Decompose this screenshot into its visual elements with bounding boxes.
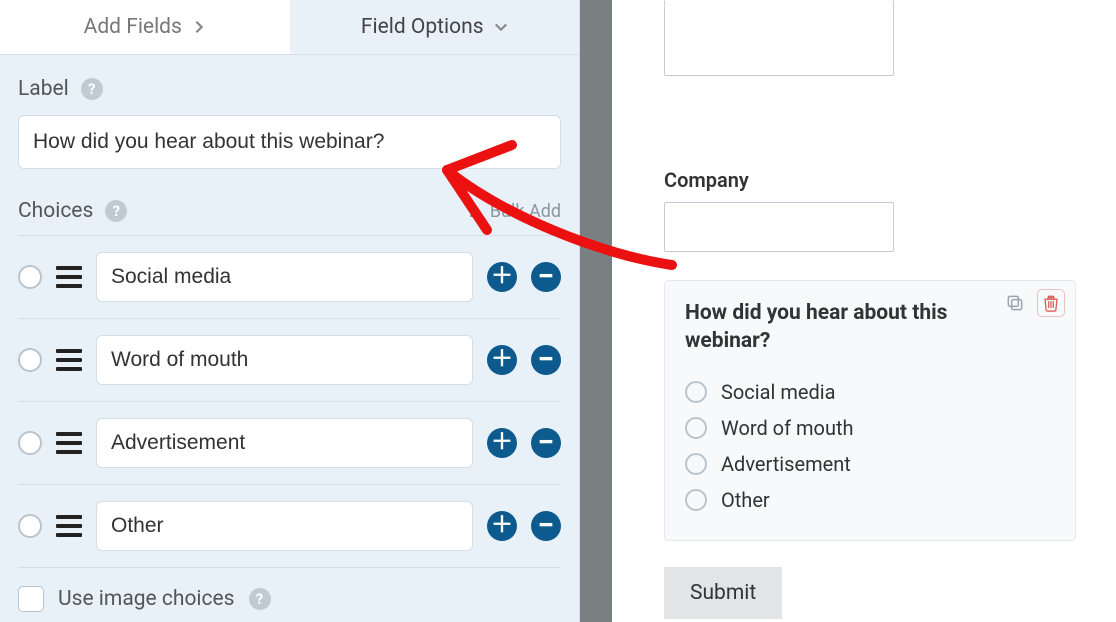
- field-options-panel: Label ? Choices ? Bulk Add: [0, 55, 579, 622]
- company-input[interactable]: [664, 202, 894, 252]
- choice-input[interactable]: [96, 418, 473, 468]
- radio-icon: [685, 417, 707, 439]
- form-preview: Company How did you hear about this webi…: [612, 0, 1116, 622]
- radio-option[interactable]: Other: [685, 482, 1055, 518]
- radio-icon: [685, 489, 707, 511]
- tab-field-options[interactable]: Field Options: [290, 0, 580, 54]
- radio-option-label: Other: [721, 488, 770, 512]
- add-choice-button[interactable]: ＋: [487, 345, 517, 375]
- choice-default-radio[interactable]: [18, 348, 42, 372]
- drag-handle-icon[interactable]: [56, 515, 82, 537]
- remove-choice-button[interactable]: −: [531, 345, 561, 375]
- sidebar: Add Fields Field Options Label ? Choices…: [0, 0, 580, 622]
- radio-field-card[interactable]: How did you hear about this webinar? Soc…: [664, 280, 1076, 541]
- choice-row: ＋ −: [18, 235, 561, 319]
- radio-option[interactable]: Social media: [685, 374, 1055, 410]
- remove-choice-button[interactable]: −: [531, 428, 561, 458]
- company-field: Company: [664, 168, 1076, 252]
- choice-list: ＋ − ＋ − ＋ −: [18, 235, 561, 568]
- tab-add-fields-label: Add Fields: [84, 15, 182, 39]
- choice-input[interactable]: [96, 252, 473, 302]
- remove-choice-button[interactable]: −: [531, 511, 561, 541]
- download-icon: [468, 203, 484, 219]
- drag-handle-icon[interactable]: [56, 349, 82, 371]
- radio-question-label: How did you hear about this webinar?: [685, 299, 975, 356]
- choice-row: ＋ −: [18, 319, 561, 402]
- add-choice-button[interactable]: ＋: [487, 428, 517, 458]
- drag-handle-icon[interactable]: [56, 266, 82, 288]
- sidebar-tabs: Add Fields Field Options: [0, 0, 579, 55]
- duplicate-icon: [1005, 293, 1025, 313]
- choice-input[interactable]: [96, 501, 473, 551]
- company-label: Company: [664, 168, 1076, 192]
- bulk-add-label: Bulk Add: [490, 201, 561, 222]
- radio-option-label: Social media: [721, 380, 835, 404]
- bulk-add-button[interactable]: Bulk Add: [468, 201, 561, 222]
- choice-default-radio[interactable]: [18, 265, 42, 289]
- label-section-header: Label ?: [18, 77, 561, 101]
- choice-default-radio[interactable]: [18, 431, 42, 455]
- use-image-choices-row: Use image choices ?: [18, 568, 561, 612]
- help-icon[interactable]: ?: [105, 200, 127, 222]
- radio-option-label: Advertisement: [721, 452, 851, 476]
- choice-row: ＋ −: [18, 402, 561, 485]
- chevron-down-icon: [494, 20, 508, 34]
- delete-button[interactable]: [1037, 289, 1065, 317]
- choice-default-radio[interactable]: [18, 514, 42, 538]
- add-choice-button[interactable]: ＋: [487, 262, 517, 292]
- field-label-input[interactable]: [18, 115, 561, 169]
- remove-choice-button[interactable]: −: [531, 262, 561, 292]
- add-choice-button[interactable]: ＋: [487, 511, 517, 541]
- radio-option[interactable]: Word of mouth: [685, 410, 1055, 446]
- use-image-choices-checkbox[interactable]: [18, 586, 44, 612]
- text-input[interactable]: [664, 0, 894, 76]
- radio-icon: [685, 381, 707, 403]
- help-icon[interactable]: ?: [81, 78, 103, 100]
- submit-button[interactable]: Submit: [664, 567, 782, 619]
- tab-add-fields[interactable]: Add Fields: [0, 0, 290, 54]
- label-title: Label: [18, 77, 69, 101]
- radio-option[interactable]: Advertisement: [685, 446, 1055, 482]
- duplicate-button[interactable]: [1001, 289, 1029, 317]
- drag-handle-icon[interactable]: [56, 432, 82, 454]
- divider: [580, 0, 612, 622]
- help-icon[interactable]: ?: [249, 588, 271, 610]
- tab-field-options-label: Field Options: [361, 15, 484, 39]
- chevron-right-icon: [192, 20, 206, 34]
- choice-input[interactable]: [96, 335, 473, 385]
- choice-row: ＋ −: [18, 485, 561, 568]
- use-image-choices-label: Use image choices: [58, 587, 235, 611]
- choices-title: Choices: [18, 199, 93, 223]
- choices-section-header: Choices ?: [18, 199, 127, 223]
- submit-label: Submit: [690, 581, 756, 605]
- trash-icon: [1042, 294, 1060, 312]
- radio-option-label: Word of mouth: [721, 416, 854, 440]
- radio-icon: [685, 453, 707, 475]
